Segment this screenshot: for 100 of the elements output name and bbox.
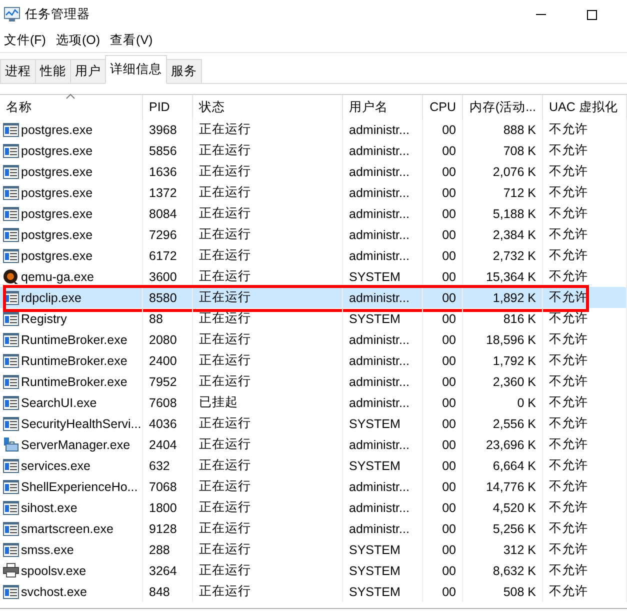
process-name: RuntimeBroker.exe	[21, 332, 128, 346]
window-icon	[3, 458, 19, 472]
tab[interactable]: 用户	[70, 59, 106, 83]
process-row[interactable]: svchost.exe 848 正在运行 SYSTEM 00 508 K 不允许	[0, 581, 627, 602]
table-cell: 正在运行	[193, 497, 343, 518]
table-cell: 00	[423, 329, 463, 350]
table-cell: 00	[423, 581, 463, 602]
table-cell: 不允许	[543, 245, 627, 266]
process-name: RuntimeBroker.exe	[21, 374, 128, 388]
table-cell: 00	[423, 560, 463, 581]
process-row[interactable]: smss.exe 288 正在运行 SYSTEM 00 312 K 不允许	[0, 539, 627, 560]
tab[interactable]: 性能	[35, 59, 71, 83]
process-name: ShellExperienceHo...	[21, 480, 138, 494]
process-row[interactable]: postgres.exe 8084 正在运行 administr... 00 5,188 K 不允许	[0, 203, 627, 224]
tab[interactable]: 进程	[0, 59, 36, 83]
process-name: RuntimeBroker.exe	[21, 354, 128, 368]
process-row[interactable]: postgres.exe 1372 正在运行 administr... 00 712 K 不允许	[0, 182, 627, 203]
process-row[interactable]: sihost.exe 1800 正在运行 administr... 00 4,520 K 不允许	[0, 497, 627, 518]
table-cell: 正在运行	[193, 161, 343, 182]
table-cell: 00	[423, 203, 463, 224]
table-cell: 00	[423, 518, 463, 539]
process-row[interactable]: ServerManager.exe 2404 正在运行 administr... 00 23,696 K 不允许	[0, 434, 627, 455]
table-cell: 不允许	[543, 497, 627, 518]
menu-item[interactable]: 选项(O)	[56, 32, 100, 48]
window-icon	[3, 312, 19, 326]
table-cell: 0 K	[463, 392, 543, 413]
process-row[interactable]: RuntimeBroker.exe 2080 正在运行 administr... 00 18,596 K 不允许	[0, 329, 627, 350]
column-header[interactable]: UAC 虚拟化	[543, 95, 627, 119]
maximize-icon	[587, 10, 597, 20]
table-cell: 712 K	[463, 182, 543, 203]
table-cell: administr...	[343, 476, 423, 497]
column-header[interactable]: 用户名	[343, 95, 423, 119]
table-cell: 8580	[143, 287, 193, 308]
table-cell: 2,384 K	[463, 224, 543, 245]
table-cell: 508 K	[463, 581, 543, 602]
column-header[interactable]: CPU	[423, 95, 463, 119]
process-name: services.exe	[21, 458, 90, 472]
table-cell: 6,664 K	[463, 455, 543, 476]
tab[interactable]: 服务	[166, 59, 202, 83]
table-cell: 正在运行	[193, 224, 343, 245]
table-cell: 2,360 K	[463, 371, 543, 392]
table-cell: SYSTEM	[343, 539, 423, 560]
process-row[interactable]: Registry 88 正在运行 SYSTEM 00 816 K 不允许	[0, 308, 627, 329]
table-cell: administr...	[343, 161, 423, 182]
table-cell: administr...	[343, 497, 423, 518]
table-cell: 632	[143, 455, 193, 476]
table-cell: 正在运行	[193, 518, 343, 539]
table-cell: 708 K	[463, 140, 543, 161]
table-cell: 00	[423, 182, 463, 203]
table-cell: 00	[423, 161, 463, 182]
process-row[interactable]: SearchUI.exe 7608 已挂起 administr... 00 0 K 不允许	[0, 392, 627, 413]
table-cell: 00	[423, 497, 463, 518]
table-cell: 88	[143, 308, 193, 329]
process-row[interactable]: services.exe 632 正在运行 SYSTEM 00 6,664 K 不允许	[0, 455, 627, 476]
table-cell: 4,520 K	[463, 497, 543, 518]
tab[interactable]: 详细信息	[105, 55, 167, 84]
column-header[interactable]: 内存(活动...	[463, 95, 543, 119]
process-row[interactable]: postgres.exe 5856 正在运行 administr... 00 708 K 不允许	[0, 140, 627, 161]
table-cell: 6172	[143, 245, 193, 266]
process-name: SecurityHealthServi...	[21, 416, 142, 430]
menu-item[interactable]: 文件(F)	[4, 32, 46, 48]
table-cell: 正在运行	[193, 329, 343, 350]
table-cell: 正在运行	[193, 371, 343, 392]
column-header[interactable]: 名称	[0, 95, 143, 119]
table-cell: 1,892 K	[463, 287, 543, 308]
process-row[interactable]: ShellExperienceHo... 7068 正在运行 administr... 00 14,776 K 不允许	[0, 476, 627, 497]
table-cell: 不允许	[543, 476, 627, 497]
table-cell: 正在运行	[193, 434, 343, 455]
table-cell: 00	[423, 455, 463, 476]
table-cell: 正在运行	[193, 119, 343, 140]
column-header[interactable]: PID	[143, 95, 193, 119]
table-cell: administr...	[343, 224, 423, 245]
table-cell: 不允许	[543, 224, 627, 245]
process-row[interactable]: smartscreen.exe 9128 正在运行 administr... 00 5,256 K 不允许	[0, 518, 627, 539]
process-name: smartscreen.exe	[21, 522, 114, 536]
server-toolbox-icon	[3, 437, 19, 452]
table-cell: 正在运行	[193, 140, 343, 161]
process-row[interactable]: RuntimeBroker.exe 7952 正在运行 administr... 00 2,360 K 不允许	[0, 371, 627, 392]
printer-icon	[3, 563, 19, 578]
process-name: spoolsv.exe	[21, 564, 86, 578]
process-name: rdpclip.exe	[21, 290, 82, 304]
process-row[interactable]: spoolsv.exe 3264 正在运行 SYSTEM 00 8,632 K 不允许	[0, 560, 627, 581]
process-row[interactable]: SecurityHealthServi... 4036 正在运行 SYSTEM 00 2,556 K 不允许	[0, 413, 627, 434]
process-row[interactable]: postgres.exe 1636 正在运行 administr... 00 2,076 K 不允许	[0, 161, 627, 182]
table-cell: 不允许	[543, 413, 627, 434]
monitor-graph-icon	[4, 7, 20, 22]
process-row[interactable]: postgres.exe 7296 正在运行 administr... 00 2,384 K 不允许	[0, 224, 627, 245]
table-cell: 00	[423, 140, 463, 161]
process-row[interactable]: postgres.exe 6172 正在运行 administr... 00 2,732 K 不允许	[0, 245, 627, 266]
table-cell: 00	[423, 245, 463, 266]
window-icon	[3, 122, 19, 136]
process-name: ServerManager.exe	[21, 438, 130, 452]
menu-item[interactable]: 查看(V)	[110, 32, 153, 48]
table-cell: 不允许	[543, 203, 627, 224]
process-row[interactable]: RuntimeBroker.exe 2400 正在运行 administr... 00 1,792 K 不允许	[0, 350, 627, 371]
process-name: SearchUI.exe	[21, 396, 97, 410]
table-cell: 00	[423, 539, 463, 560]
process-row[interactable]: postgres.exe 3968 正在运行 administr... 00 888 K 不允许	[0, 119, 627, 140]
table-cell: 15,364 K	[463, 266, 543, 287]
column-header[interactable]: 状态	[193, 95, 343, 119]
